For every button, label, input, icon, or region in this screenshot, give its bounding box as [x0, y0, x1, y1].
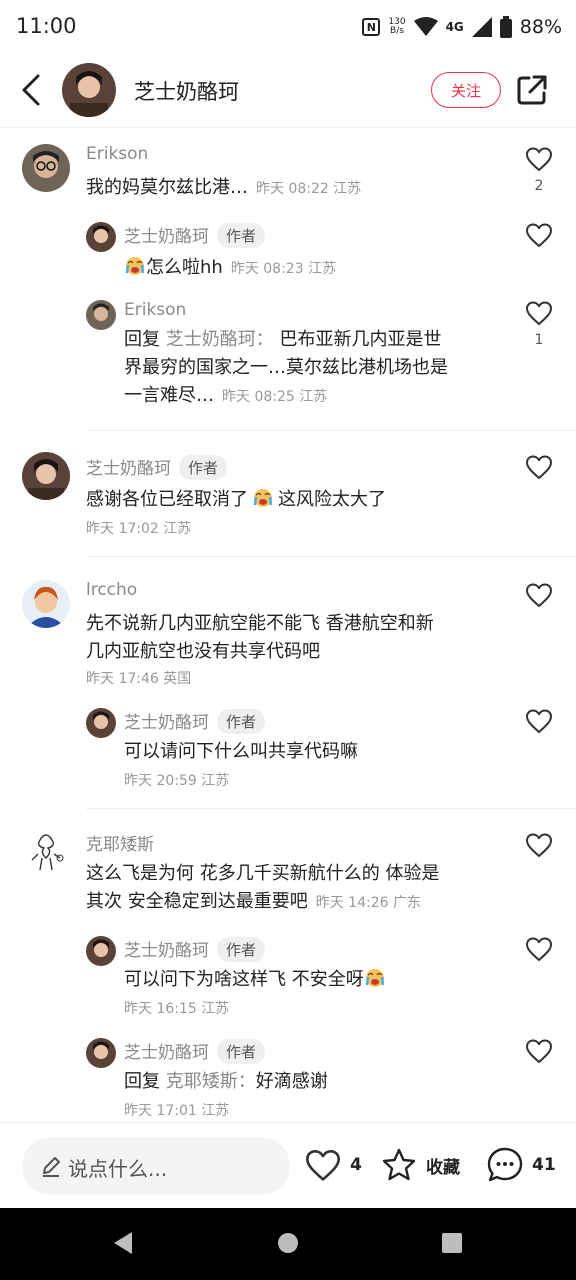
battery-level: 88% [519, 16, 562, 38]
bottom-action-bar: 说点什么... 4 收藏 41 [0, 1122, 576, 1208]
wifi-icon [413, 17, 438, 36]
header: 芝士奶酪珂 关注 [0, 56, 576, 128]
network-speed: 130 B/s [388, 17, 406, 36]
like-icon[interactable] [525, 936, 553, 962]
star-icon[interactable] [380, 1147, 418, 1183]
reply-text: 回复 芝士奶酪珂： 巴布亚新几内亚是世 界最穷的国家之一…莫尔兹比港机场也是 一… [124, 329, 448, 406]
author-badge: 作者 [217, 709, 266, 734]
network-type: 4G [445, 20, 464, 34]
home-circle-icon[interactable] [276, 1230, 300, 1256]
like-icon[interactable] [525, 708, 553, 734]
reply-username[interactable]: 芝士奶酪珂 作者 [124, 708, 266, 734]
comment-username[interactable]: lrccho [86, 580, 137, 600]
comment-meta: 昨天 17:02 江苏 [86, 521, 192, 537]
like-icon[interactable] [525, 1038, 553, 1064]
divider [86, 430, 576, 431]
status-icons: N 130 B/s 4G 88% [362, 12, 562, 42]
battery-icon [499, 16, 512, 38]
avatar[interactable] [86, 1038, 116, 1068]
like-count: 1 [534, 332, 544, 348]
nfc-icon: N [362, 18, 381, 36]
crying-emoji-icon [124, 256, 146, 276]
reply-username[interactable]: 芝士奶酪珂 作者 [124, 936, 266, 962]
author-avatar[interactable] [62, 63, 116, 117]
avatar[interactable] [86, 222, 116, 252]
system-nav-bar [0, 1208, 576, 1280]
back-triangle-icon[interactable] [112, 1230, 136, 1256]
avatar[interactable] [22, 830, 70, 878]
follow-button[interactable]: 关注 [431, 72, 501, 108]
reply-username[interactable]: 芝士奶酪珂 作者 [124, 1038, 266, 1064]
reply-username[interactable]: Erikson [124, 300, 186, 320]
avatar[interactable] [86, 936, 116, 966]
back-arrow-icon[interactable] [18, 72, 48, 108]
like-button[interactable]: 4 [304, 1145, 362, 1185]
avatar[interactable] [22, 580, 70, 628]
reply-text: 回复 克耶矮斯：好滴感谢 [124, 1071, 328, 1092]
avatar[interactable] [22, 452, 70, 500]
reply-to-user[interactable]: 芝士奶酪珂： [166, 329, 274, 350]
avatar[interactable] [22, 144, 70, 192]
reply-text: 可以请问下什么叫共享代码嘛 [124, 741, 358, 762]
comment-username[interactable]: 克耶矮斯 [86, 830, 154, 855]
comments-button[interactable]: 41 [486, 1145, 556, 1185]
crying-emoji-icon [364, 968, 386, 988]
status-time: 11:00 [16, 14, 77, 38]
author-name[interactable]: 芝士奶酪珂 [134, 76, 239, 106]
comment-input[interactable]: 说点什么... [22, 1137, 290, 1195]
comment-meta: 昨天 17:46 英国 [86, 671, 192, 687]
reply-meta: 昨天 16:15 江苏 [124, 1001, 230, 1017]
reply-text: 可以问下为啥这样飞 不安全呀 [124, 966, 386, 994]
author-badge: 作者 [217, 937, 266, 962]
comment-username[interactable]: 芝士奶酪珂 作者 [86, 454, 228, 480]
comment-list[interactable]: Erikson 我的妈莫尔兹比港… 昨天 08:22 江苏 2 芝士奶酪珂 作者 怎… [0, 128, 576, 1122]
like-icon[interactable] [525, 300, 553, 326]
comment-text: 先不说新几内亚航空能不能飞 香港航空和新 几内亚航空也没有共享代码吧 [86, 613, 434, 662]
collect-button[interactable]: 收藏 [380, 1145, 460, 1185]
like-icon[interactable] [525, 582, 553, 608]
recents-square-icon[interactable] [440, 1230, 464, 1256]
divider [86, 808, 576, 809]
author-badge: 作者 [217, 1039, 266, 1064]
reply-meta: 昨天 20:59 江苏 [124, 773, 230, 789]
like-icon[interactable] [525, 146, 553, 172]
crying-emoji-icon [252, 488, 274, 508]
avatar[interactable] [86, 300, 116, 330]
share-icon[interactable] [515, 73, 549, 107]
heart-icon[interactable] [304, 1148, 342, 1182]
comment-text: 这么飞是为何 花多几千买新航什么的 体验是 其次 安全稳定到达最重要吧 昨天 14:… [86, 863, 440, 912]
comment-username[interactable]: Erikson [86, 144, 148, 164]
author-badge: 作者 [217, 223, 266, 248]
like-count: 2 [534, 178, 544, 194]
divider [86, 556, 576, 557]
comment-bubble-icon[interactable] [486, 1146, 524, 1184]
comment-text: 我的妈莫尔兹比港… 昨天 08:22 江苏 [86, 177, 362, 198]
signal-icon [471, 17, 492, 37]
reply-username[interactable]: 芝士奶酪珂 作者 [124, 222, 266, 248]
comment-input-placeholder[interactable]: 说点什么... [68, 1153, 167, 1182]
comment-text: 感谢各位已经取消了 这风险太大了 [86, 488, 386, 510]
like-icon[interactable] [525, 222, 553, 248]
author-badge: 作者 [179, 455, 228, 480]
status-bar: 11:00 N 130 B/s 4G 88% [0, 0, 576, 56]
avatar[interactable] [86, 708, 116, 738]
reply-text: 怎么啦hh 昨天 08:23 江苏 [124, 254, 336, 283]
pencil-icon [43, 1157, 60, 1177]
reply-to-user[interactable]: 克耶矮斯： [166, 1071, 256, 1092]
reply-meta: 昨天 17:01 江苏 [124, 1103, 230, 1119]
like-icon[interactable] [525, 454, 553, 480]
like-icon[interactable] [525, 832, 553, 858]
